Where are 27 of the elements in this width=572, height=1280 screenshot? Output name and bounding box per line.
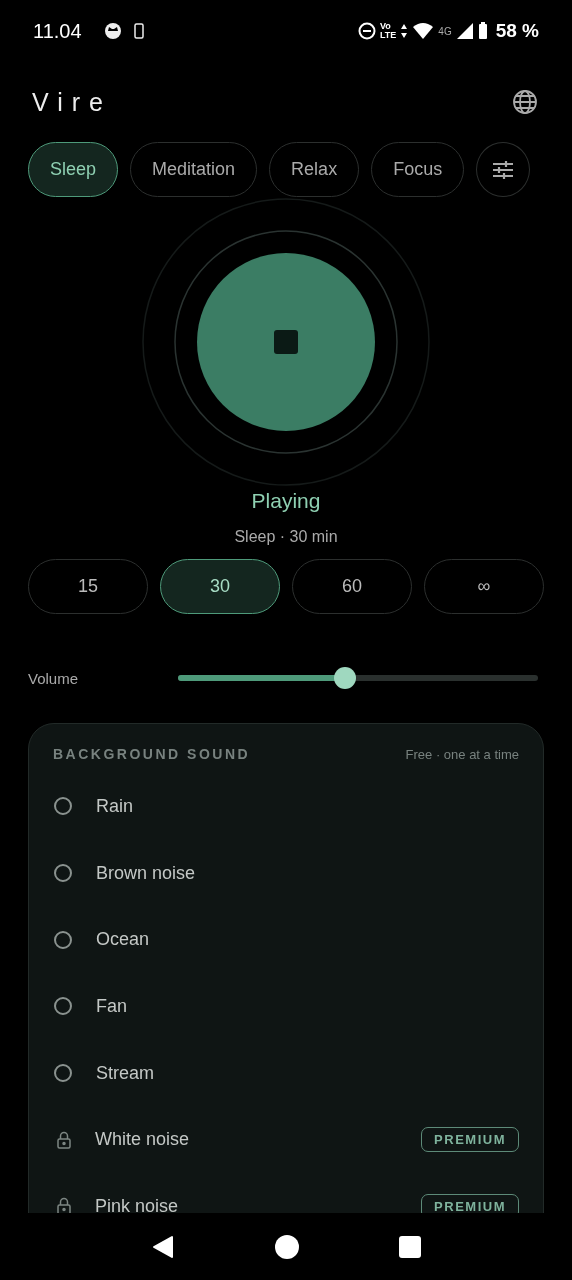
timer-option[interactable]: ∞ bbox=[424, 559, 544, 614]
sound-label[interactable]: Fan bbox=[96, 995, 128, 1017]
sound-label[interactable]: Ocean bbox=[96, 929, 150, 951]
volte-label: Vo bbox=[380, 22, 392, 31]
app-title: Vire bbox=[32, 87, 112, 117]
volume-label: Volume bbox=[28, 669, 80, 687]
category-tab[interactable]: Focus bbox=[371, 142, 465, 197]
battery-level: 58 % bbox=[495, 20, 539, 42]
category-tab[interactable]: Relax bbox=[269, 142, 360, 197]
lte-label: LTE bbox=[380, 31, 397, 40]
sound-label[interactable]: Brown noise bbox=[96, 862, 196, 884]
section-title: BACKGROUND SOUND bbox=[53, 746, 251, 762]
timer-option[interactable]: 60 bbox=[292, 559, 412, 614]
playback-status: Playing bbox=[250, 489, 322, 513]
premium-badge: PREMIUM bbox=[421, 1127, 519, 1153]
network-label: 4G bbox=[438, 25, 452, 37]
timer-option[interactable]: 30 bbox=[160, 559, 280, 614]
sound-label[interactable]: White noise bbox=[95, 1129, 190, 1151]
sound-label[interactable]: Pink noise bbox=[95, 1195, 179, 1213]
timer-option[interactable]: 15 bbox=[28, 559, 148, 614]
section-note: Free · one at a time bbox=[405, 746, 519, 762]
category-tab[interactable]: Sleep bbox=[28, 142, 119, 197]
status-time: 11.04 bbox=[33, 19, 82, 43]
category-tab[interactable]: Meditation bbox=[130, 142, 258, 197]
sound-label[interactable]: Rain bbox=[96, 795, 134, 817]
session-info: Sleep · 30 min bbox=[233, 528, 339, 546]
sound-label[interactable]: Stream bbox=[96, 1062, 155, 1084]
